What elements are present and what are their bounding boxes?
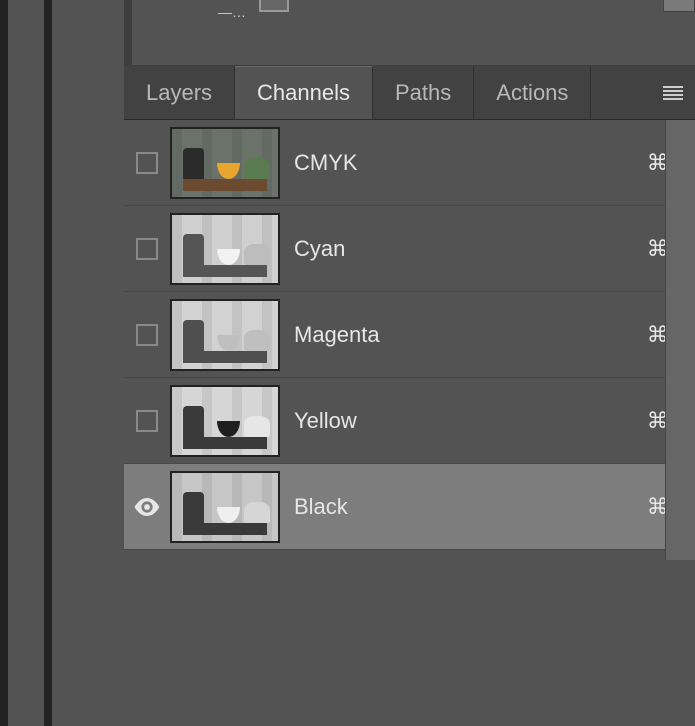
tab-layers[interactable]: Layers: [124, 66, 235, 119]
upper-panel-text: —…: [218, 4, 246, 20]
channel-row-cmyk[interactable]: CMYK ⌘2: [124, 120, 695, 206]
eye-icon: [133, 498, 161, 516]
visibility-toggle[interactable]: [124, 152, 170, 174]
app-frame-edge: [0, 0, 8, 726]
channel-name-label: Yellow: [294, 408, 647, 434]
hamburger-icon: [663, 86, 683, 100]
dock-strip-a: [8, 0, 44, 726]
visibility-checkbox-icon: [136, 152, 158, 174]
dock-divider: [44, 0, 52, 726]
panel-tab-bar: Layers Channels Paths Actions: [124, 66, 695, 120]
channel-row-yellow[interactable]: Yellow ⌘5: [124, 378, 695, 464]
channel-thumbnail: [170, 471, 280, 543]
channel-thumbnail: [170, 127, 280, 199]
channel-thumbnail: [170, 213, 280, 285]
visibility-checkbox-icon: [136, 410, 158, 432]
tab-paths[interactable]: Paths: [373, 66, 474, 119]
upper-panel-scroll-stub: [663, 0, 695, 12]
visibility-toggle[interactable]: [124, 238, 170, 260]
visibility-toggle[interactable]: [124, 498, 170, 516]
visibility-toggle[interactable]: [124, 324, 170, 346]
tab-label: Actions: [496, 80, 568, 106]
dock-strip-b: [52, 0, 124, 726]
tab-label: Paths: [395, 80, 451, 106]
channel-row-magenta[interactable]: Magenta ⌘4: [124, 292, 695, 378]
channels-list: CMYK ⌘2 Cyan ⌘3 Magenta ⌘4 Yellow ⌘5: [124, 120, 695, 726]
channel-name-label: Magenta: [294, 322, 647, 348]
upper-panel-field: [259, 0, 289, 12]
channel-row-black[interactable]: Black ⌘6: [124, 464, 695, 550]
channel-name-label: Black: [294, 494, 647, 520]
channel-name-label: Cyan: [294, 236, 647, 262]
tab-actions[interactable]: Actions: [474, 66, 591, 119]
channel-row-cyan[interactable]: Cyan ⌘3: [124, 206, 695, 292]
channel-name-label: CMYK: [294, 150, 647, 176]
panel-scrollbar[interactable]: [665, 120, 695, 560]
channel-thumbnail: [170, 385, 280, 457]
visibility-checkbox-icon: [136, 238, 158, 260]
channel-thumbnail: [170, 299, 280, 371]
upper-panel-fragment: —…: [132, 0, 695, 66]
panel-menu-button[interactable]: [651, 66, 695, 119]
visibility-checkbox-icon: [136, 324, 158, 346]
visibility-toggle[interactable]: [124, 410, 170, 432]
tab-label: Channels: [257, 80, 350, 106]
tab-channels[interactable]: Channels: [235, 66, 373, 119]
tab-label: Layers: [146, 80, 212, 106]
